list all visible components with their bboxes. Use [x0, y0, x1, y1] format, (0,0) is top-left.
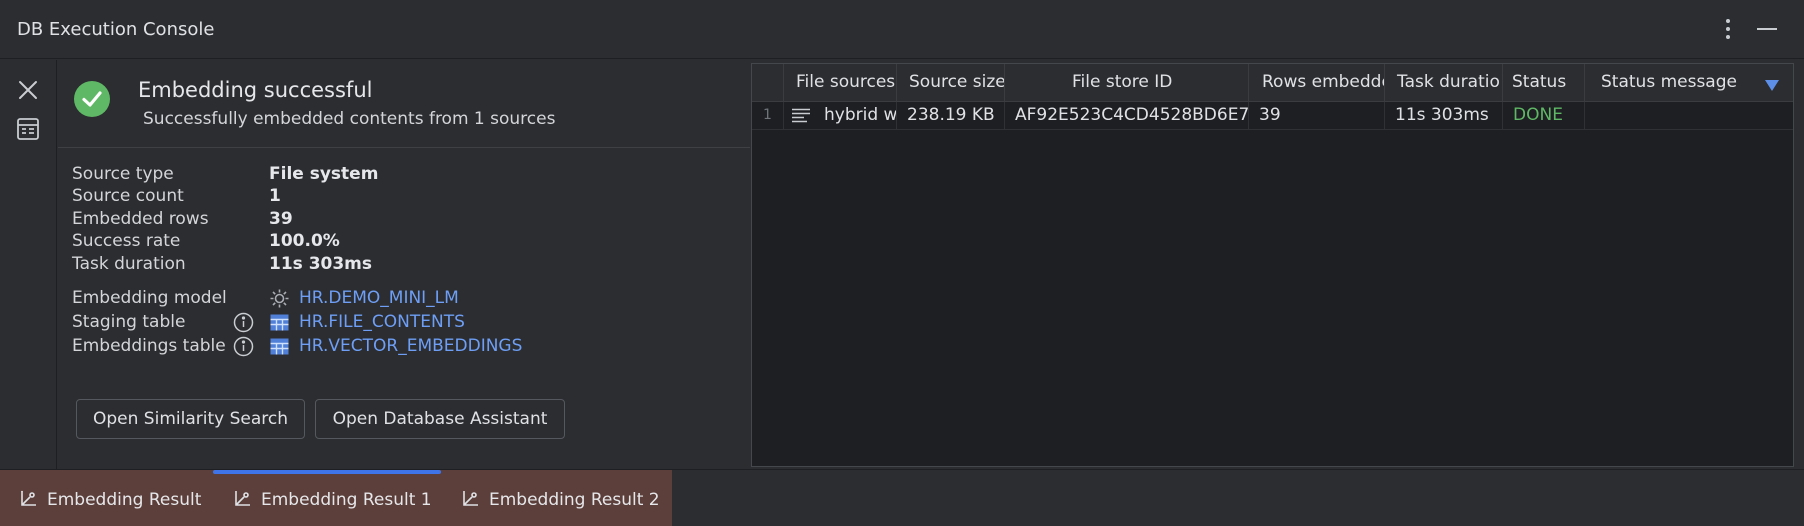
model-icon [269, 288, 290, 309]
tab-label: Embedding Result 1 [261, 490, 432, 510]
column-header-task-duration[interactable]: Task duratio [1385, 64, 1503, 101]
table-icon [269, 312, 290, 333]
cell-rows-embedded[interactable]: 39 [1249, 102, 1385, 129]
tab-embedding-result-1[interactable]: Embedding Result 1 [213, 470, 441, 526]
row-number: 1 [752, 102, 784, 129]
result-tab-bar: Embedding Result Embedding Result 1 Embe… [0, 469, 1804, 525]
embedding-model-link[interactable]: HR.DEMO_MINI_LM [299, 288, 459, 308]
detail-label-task-duration: Task duration [72, 254, 186, 274]
cell-file-store-id[interactable]: AF92E523C4CD4528BD6E7 [1005, 102, 1249, 129]
row-number-header [752, 64, 784, 101]
branch-icon [459, 489, 481, 511]
info-icon[interactable] [233, 312, 254, 333]
branch-icon [17, 489, 39, 511]
column-header-source-size[interactable]: Source size [897, 64, 1005, 101]
table-row[interactable]: 1 hybrid worl 238.19 KB AF92E523C4CD4528… [752, 102, 1793, 130]
info-icon[interactable] [233, 336, 254, 357]
tab-label: Embedding Result [47, 490, 201, 510]
column-header-file-sources[interactable]: File sources [784, 64, 897, 101]
result-subtitle: Successfully embedded contents from 1 so… [143, 109, 555, 129]
embedding-result-panel: Embedding successful Successfully embedd… [58, 60, 750, 469]
cell-status[interactable]: DONE [1503, 102, 1585, 129]
left-toolbar [0, 60, 57, 469]
text-file-icon [792, 108, 810, 123]
cell-task-duration[interactable]: 11s 303ms [1385, 102, 1503, 129]
divider [58, 147, 750, 148]
sort-descending-icon[interactable] [1765, 77, 1779, 89]
table-header: File sources Source size File store ID R… [752, 64, 1793, 102]
staging-table-link[interactable]: HR.FILE_CONTENTS [299, 312, 465, 332]
embeddings-table-link[interactable]: HR.VECTOR_EMBEDDINGS [299, 336, 522, 356]
detail-value-source-type: File system [269, 164, 378, 184]
tab-label: Embedding Result 2 [489, 490, 660, 510]
tab-embedding-result[interactable]: Embedding Result [0, 470, 213, 526]
table-icon [269, 336, 290, 357]
detail-label-embedded-rows: Embedded rows [72, 209, 209, 229]
detail-label-source-type: Source type [72, 164, 174, 184]
branch-icon [231, 489, 253, 511]
detail-value-task-duration: 11s 303ms [269, 254, 372, 274]
column-header-status[interactable]: Status [1503, 64, 1585, 101]
detail-label-source-count: Source count [72, 186, 184, 206]
open-database-assistant-button[interactable]: Open Database Assistant [315, 399, 565, 439]
detail-label-success-rate: Success rate [72, 231, 180, 251]
window-title: DB Execution Console [17, 19, 214, 40]
column-header-status-message[interactable]: Status message [1585, 64, 1793, 101]
minimize-icon[interactable] [1755, 14, 1779, 44]
close-icon[interactable] [14, 76, 42, 104]
result-title: Embedding successful [138, 78, 372, 102]
object-label-embedding-model: Embedding model [72, 288, 227, 308]
object-label-staging-table: Staging table [72, 312, 185, 332]
object-label-embeddings-table: Embeddings table [72, 336, 226, 356]
layout-icon[interactable] [14, 115, 42, 143]
column-header-file-store-id[interactable]: File store ID [1005, 64, 1249, 101]
detail-value-source-count: 1 [269, 186, 281, 206]
detail-value-embedded-rows: 39 [269, 209, 293, 229]
tab-embedding-result-2[interactable]: Embedding Result 2 [441, 470, 672, 526]
title-bar: DB Execution Console [0, 0, 1804, 59]
open-similarity-search-button[interactable]: Open Similarity Search [76, 399, 305, 439]
cell-status-message[interactable] [1585, 102, 1793, 129]
check-circle-icon [74, 81, 110, 117]
more-vertical-icon[interactable] [1716, 14, 1740, 44]
cell-source-size[interactable]: 238.19 KB [897, 102, 1005, 129]
sources-table: File sources Source size File store ID R… [751, 63, 1794, 467]
detail-value-success-rate: 100.0% [269, 231, 340, 251]
column-header-rows-embedded[interactable]: Rows embedde [1249, 64, 1385, 101]
